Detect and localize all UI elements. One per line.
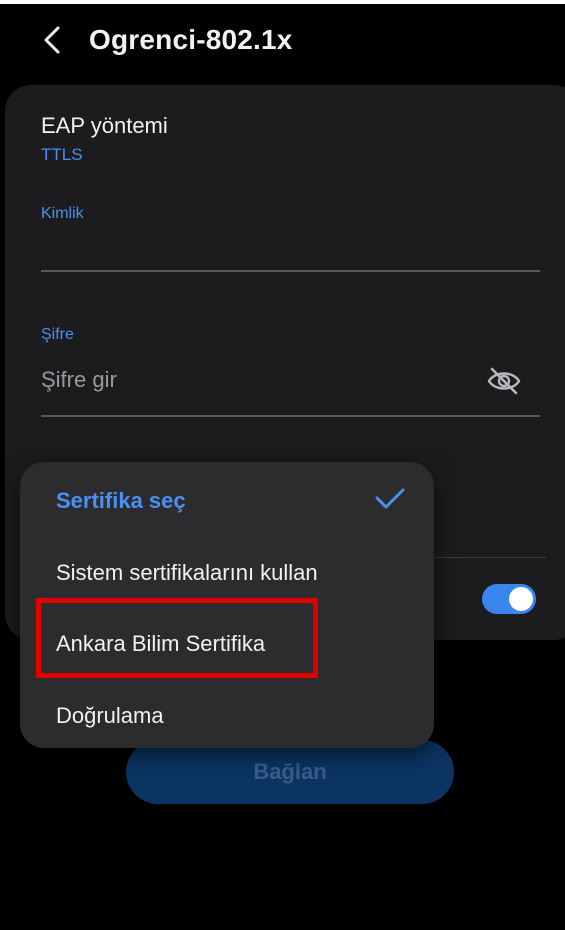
highlight-annotation-box bbox=[36, 598, 318, 678]
toggle-knob bbox=[509, 587, 533, 611]
divider bbox=[420, 557, 546, 558]
identity-label: Kimlik bbox=[41, 205, 84, 222]
connect-button[interactable]: Bağlan bbox=[126, 740, 454, 804]
menu-item-system-certificates[interactable]: Sistem sertifikalarını kullan bbox=[56, 560, 318, 586]
back-button[interactable] bbox=[30, 18, 74, 62]
chevron-left-icon bbox=[44, 26, 60, 54]
page-title: Ogrenci-802.1x bbox=[89, 24, 293, 55]
check-icon bbox=[375, 488, 405, 509]
password-visibility-toggle[interactable] bbox=[486, 364, 522, 398]
settings-toggle[interactable] bbox=[482, 584, 536, 614]
password-underline bbox=[41, 415, 540, 417]
menu-item-select-certificate[interactable]: Sertifika seç bbox=[56, 488, 186, 514]
password-input[interactable] bbox=[41, 363, 471, 397]
password-label: Şifre bbox=[41, 326, 74, 343]
app-header: Ogrenci-802.1x bbox=[0, 4, 565, 84]
eap-method-value[interactable]: TTLS bbox=[41, 145, 83, 165]
eye-off-icon bbox=[487, 367, 521, 395]
eap-method-label: EAP yöntemi bbox=[41, 113, 168, 138]
identity-field[interactable] bbox=[41, 270, 540, 272]
menu-item-validation[interactable]: Doğrulama bbox=[56, 703, 164, 729]
